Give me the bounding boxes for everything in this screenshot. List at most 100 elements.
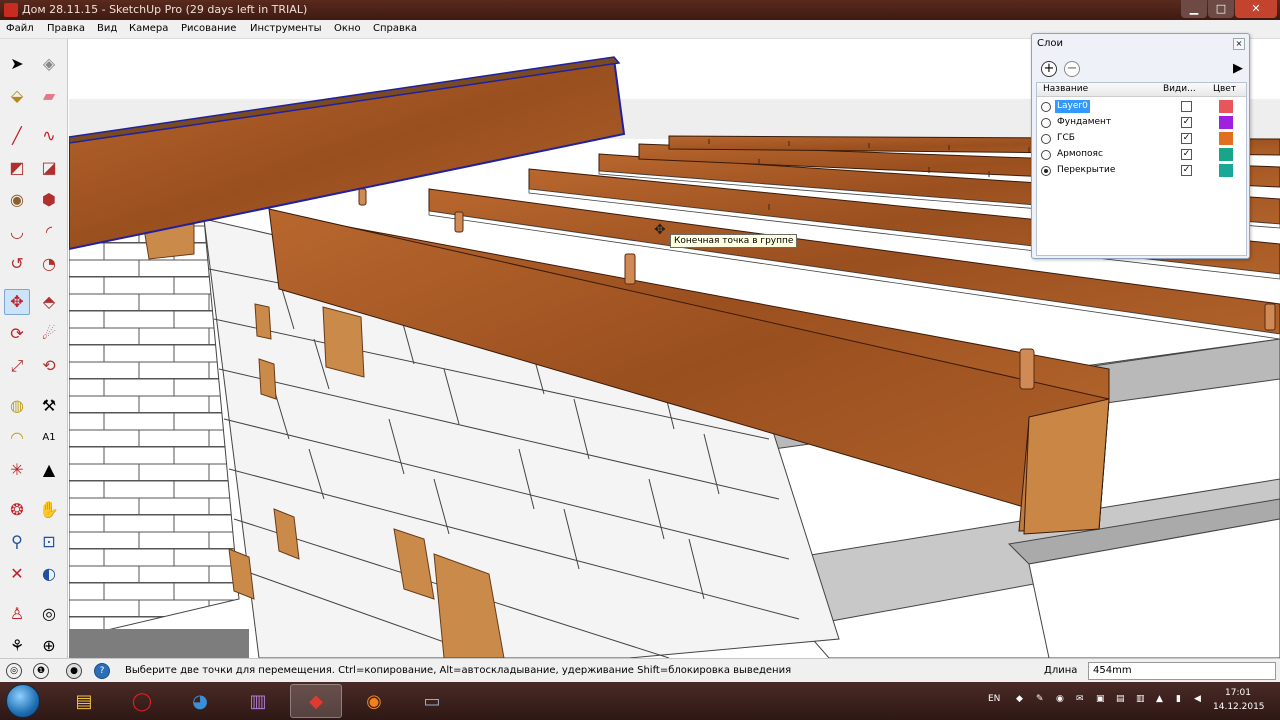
position-camera-icon[interactable]: ♙ [4,601,30,627]
layer-name[interactable]: Армопояс [1055,148,1105,161]
freehand-icon[interactable]: ∿ [36,123,62,149]
layer-row[interactable]: Фундамент ✓ [1037,115,1246,131]
menu-tools[interactable]: Инструменты [250,23,322,34]
arc-3pt-icon[interactable]: ↺ [4,251,30,277]
tray-app-icon[interactable]: ◉ [1056,694,1064,704]
menu-window[interactable]: Окно [334,23,361,34]
protractor-icon[interactable]: ◠ [4,425,30,451]
firefox-icon[interactable]: ◉ [348,684,400,718]
pan-icon[interactable]: ✋ [36,497,62,523]
previous-view-icon[interactable]: ◐ [36,561,62,587]
minimize-button[interactable]: ▁ [1181,0,1207,18]
pie-icon[interactable]: ◔ [36,251,62,277]
column-color-header[interactable]: Цвет [1213,84,1236,94]
pencil-line-icon[interactable]: ╱ [4,123,30,149]
measurements-input[interactable]: 454mm [1088,662,1276,680]
dimension-icon[interactable]: ⚒ [36,393,62,419]
system-clock[interactable]: 17:01 14.12.2015 [1213,686,1265,714]
offset-icon[interactable]: ⟲ [36,353,62,379]
chat-app-icon[interactable]: ◕ [174,684,226,718]
column-name-header[interactable]: Название [1043,84,1088,94]
layer-row[interactable]: ГСБ ✓ [1037,131,1246,147]
arc-icon[interactable]: ◡ [4,219,30,245]
rectangle-icon[interactable]: ◩ [4,155,30,181]
layer-color-swatch[interactable] [1219,100,1233,113]
volume-icon[interactable]: ◀ [1194,694,1201,704]
follow-me-icon[interactable]: ☄ [36,321,62,347]
tray-app-icon[interactable]: ▥ [1136,694,1145,704]
menu-help[interactable]: Справка [373,23,417,34]
layer-visible-checkbox[interactable]: ✓ [1181,165,1192,176]
menu-view[interactable]: Вид [97,23,117,34]
push-pull-icon[interactable]: ⬘ [36,289,62,315]
language-indicator[interactable]: EN [988,694,1000,704]
axes-icon[interactable]: ✳ [4,457,30,483]
close-button[interactable]: ✕ [1235,0,1277,18]
tray-app-icon[interactable]: ✎ [1036,694,1044,704]
menu-camera[interactable]: Камера [129,23,168,34]
rotate-icon[interactable]: ⟳ [4,321,30,347]
network-icon[interactable]: ▮ [1176,694,1181,704]
active-layer-radio[interactable] [1041,150,1051,160]
make-component-icon[interactable]: ◈ [36,51,62,77]
layer-row[interactable]: Layer0 [1037,99,1246,115]
tray-app-icon[interactable]: ▣ [1096,694,1105,704]
show-hidden-icons-icon[interactable]: ▲ [1156,694,1163,704]
layer-visible-checkbox[interactable]: ✓ [1181,149,1192,160]
text-icon[interactable]: A1 [36,425,62,451]
layer-name[interactable]: Layer0 [1055,100,1090,113]
column-visible-header[interactable]: Види... [1163,84,1196,94]
menu-file[interactable]: Файл [6,23,34,34]
layer-color-swatch[interactable] [1219,164,1233,177]
active-layer-radio[interactable] [1041,118,1051,128]
layer-row[interactable]: Армопояс ✓ [1037,147,1246,163]
help-icon[interactable]: ? [94,663,110,679]
walk-icon[interactable]: ⚘ [4,633,30,659]
opera-icon[interactable]: ◯ [116,684,168,718]
rotated-rectangle-icon[interactable]: ◪ [36,155,62,181]
start-button[interactable] [6,684,40,718]
polygon-icon[interactable]: ⬢ [36,187,62,213]
select-arrow-icon[interactable]: ➤ [4,51,30,77]
zoom-extents-icon[interactable]: ✕ [4,561,30,587]
maximize-button[interactable]: □ [1208,0,1234,18]
layer-name[interactable]: Перекрытие [1055,164,1117,177]
tray-app-icon[interactable]: ✉ [1076,694,1084,704]
menu-edit[interactable]: Правка [47,23,85,34]
winrar-icon[interactable]: ▥ [232,684,284,718]
layer-visible-checkbox[interactable]: ✓ [1181,133,1192,144]
user-icon[interactable]: ● [66,663,82,679]
active-layer-radio[interactable] [1041,102,1051,112]
window-app-icon[interactable]: ▭ [406,684,458,718]
scale-icon[interactable]: ⤢ [4,353,30,379]
layer-name[interactable]: ГСБ [1055,132,1077,145]
layer-visible-checkbox[interactable]: ✓ [1181,117,1192,128]
layer-row[interactable]: Перекрытие ✓ [1037,163,1246,179]
tape-measure-icon[interactable]: ◍ [4,393,30,419]
tray-app-icon[interactable]: ▤ [1116,694,1125,704]
layer-name[interactable]: Фундамент [1055,116,1113,129]
menu-draw[interactable]: Рисование [181,23,236,34]
zoom-window-icon[interactable]: ⊡ [36,529,62,555]
active-layer-radio[interactable] [1041,134,1051,144]
layer-visible-checkbox[interactable] [1181,101,1192,112]
arc-2pt-icon[interactable]: ◜ [36,219,62,245]
section-plane-icon[interactable]: ⊕ [36,633,62,659]
layers-panel-close-button[interactable]: × [1233,38,1245,50]
look-around-icon[interactable]: ◎ [36,601,62,627]
zoom-icon[interactable]: ⚲ [4,529,30,555]
credits-icon[interactable]: ❶ [33,663,49,679]
move-icon[interactable]: ✥ [4,289,30,315]
orbit-icon[interactable]: ❂ [4,497,30,523]
circle-icon[interactable]: ◉ [4,187,30,213]
active-layer-radio[interactable] [1041,166,1051,176]
layers-details-button[interactable]: ▶ [1233,61,1243,76]
eraser-icon[interactable]: ▰ [36,83,62,109]
file-explorer-icon[interactable]: ▤ [58,684,110,718]
geo-location-icon[interactable]: ◎ [6,663,22,679]
remove-layer-button[interactable]: − [1064,61,1080,77]
3d-text-icon[interactable]: ▲ [36,457,62,483]
tray-app-icon[interactable]: ◆ [1016,694,1023,704]
layer-color-swatch[interactable] [1219,116,1233,129]
layer-color-swatch[interactable] [1219,148,1233,161]
